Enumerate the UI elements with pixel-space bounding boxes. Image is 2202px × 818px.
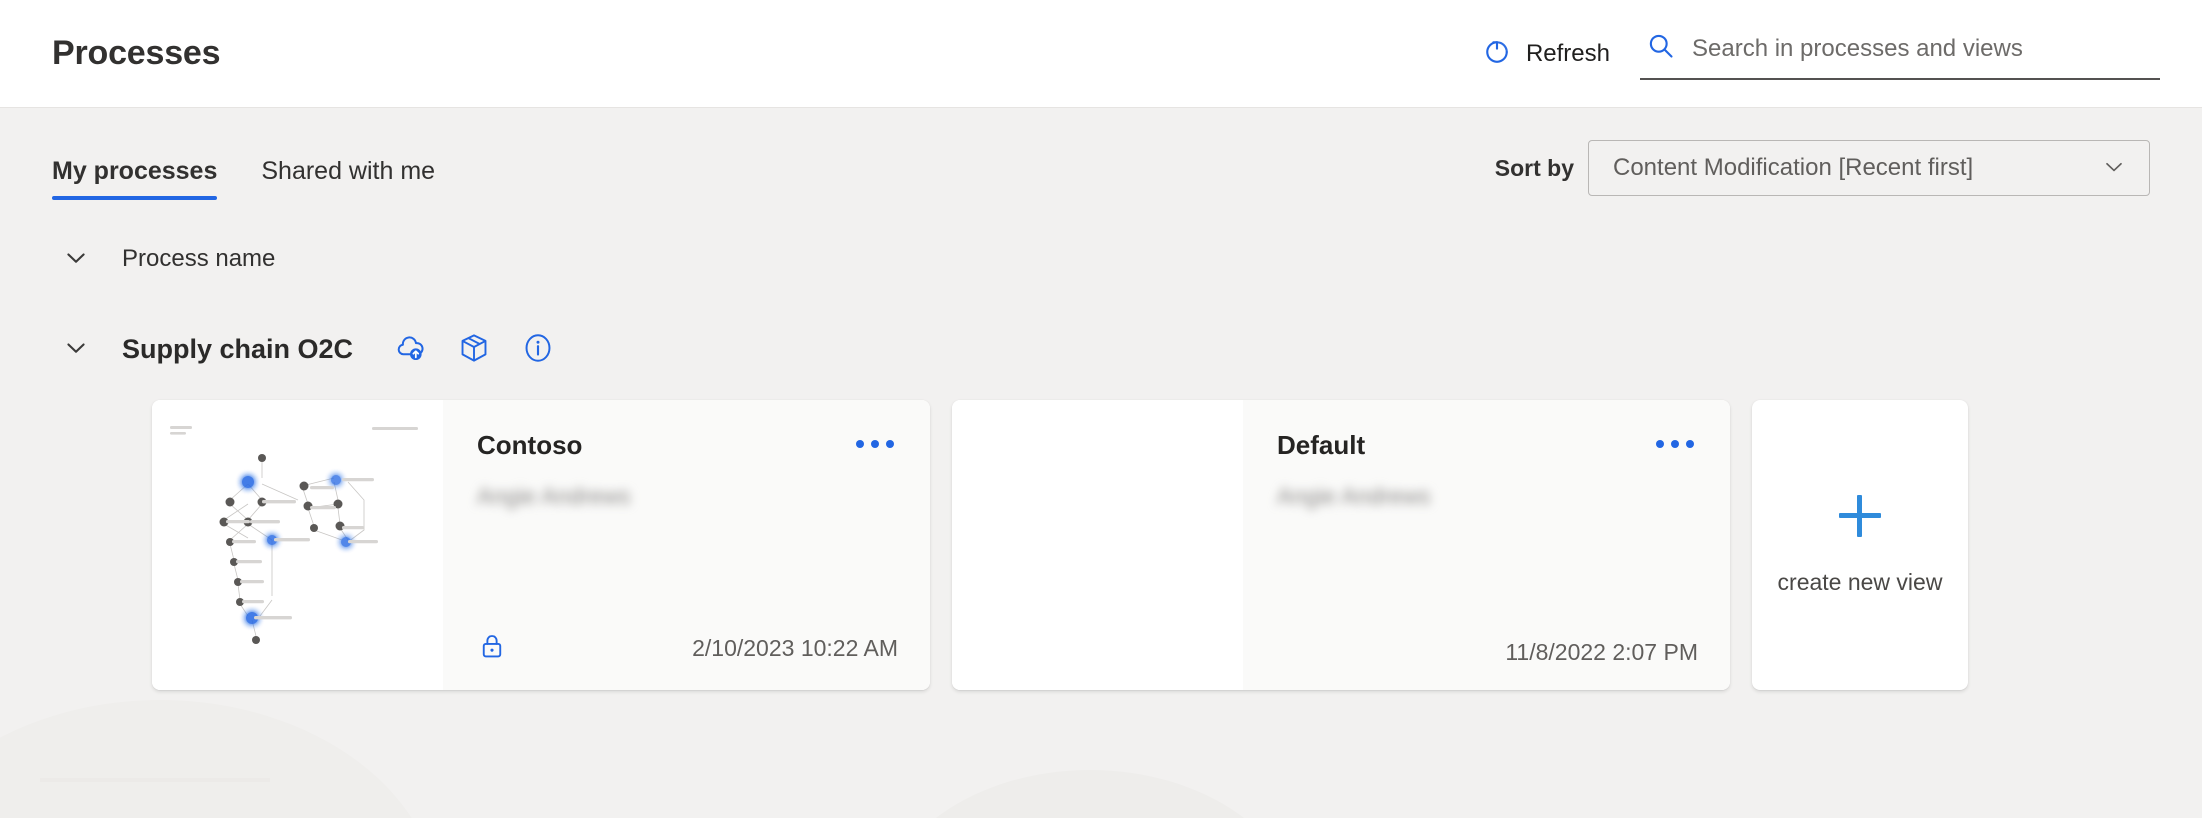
more-ellipsis-icon [871, 440, 879, 448]
collapse-all-toggle[interactable] [52, 235, 100, 283]
info-circle-icon [521, 331, 555, 368]
package-button[interactable] [455, 330, 493, 368]
tab-my-processes[interactable]: My processes [52, 157, 218, 200]
view-more-options-button-default[interactable] [1652, 430, 1698, 458]
view-card-contoso[interactable]: Contoso Angie Andrews 2/10/2023 10:22 AM [152, 400, 930, 690]
search-box[interactable] [1640, 27, 2160, 80]
sort-by-dropdown[interactable]: Content Modification [Recent first] [1588, 140, 2150, 196]
view-info-default: Default Angie Andrews 11/8/2022 2:07 PM [1243, 400, 1730, 690]
process-action-icons [391, 330, 557, 368]
create-new-view-card[interactable]: create new view [1752, 400, 1968, 690]
view-name: Contoso [477, 430, 583, 460]
process-collapse-toggle[interactable] [52, 325, 100, 373]
decorative-blob-center [880, 770, 1300, 818]
process-groups: Process name Supply chain O2C [0, 228, 2202, 380]
page-title: Processes [52, 34, 221, 72]
view-thumbnail-contoso [152, 400, 443, 690]
view-date: 2/10/2023 10:22 AM [692, 635, 898, 661]
chevron-down-icon [2101, 154, 2127, 183]
process-name: Supply chain O2C [122, 333, 354, 364]
header-actions: Refresh [1478, 27, 2178, 80]
cloud-upload-icon [393, 331, 427, 368]
process-row-supply-chain-o2c: Supply chain O2C [52, 318, 2202, 380]
view-author: Angie Andrews [477, 483, 631, 509]
tabs-and-sort-row: My processes Shared with me Sort by Cont… [0, 108, 2202, 200]
view-date: 11/8/2022 2:07 PM [1505, 639, 1698, 665]
view-info-top-default: Default [1277, 430, 1698, 461]
view-card-default[interactable]: Default Angie Andrews 11/8/2022 2:07 PM [952, 400, 1730, 690]
search-icon [1646, 31, 1676, 66]
view-card-list: Contoso Angie Andrews 2/10/2023 10:22 AM [0, 380, 2202, 690]
package-box-icon [457, 331, 491, 368]
sort-by-label: Sort by [1494, 154, 1574, 181]
view-info-top-contoso: Contoso [477, 430, 898, 461]
more-ellipsis-icon [886, 440, 894, 448]
view-footer-contoso: 2/10/2023 10:22 AM [477, 631, 898, 666]
process-name-header-row: Process name [52, 228, 2202, 290]
view-thumbnail-default [952, 400, 1243, 690]
process-map-thumbnail [170, 426, 418, 644]
refresh-icon [1482, 37, 1512, 70]
sort-by-value: Content Modification [Recent first] [1613, 154, 1974, 181]
process-name-column-header: Process name [122, 245, 276, 272]
chevron-down-icon [62, 334, 90, 365]
app-header: Processes Refresh [0, 0, 2202, 108]
cloud-upload-button[interactable] [391, 330, 429, 368]
lock-icon [477, 631, 507, 666]
decorative-blob-left [0, 700, 440, 818]
info-button[interactable] [519, 330, 557, 368]
chevron-down-icon [62, 244, 90, 275]
refresh-label: Refresh [1525, 39, 1610, 67]
refresh-button[interactable]: Refresh [1478, 31, 1614, 76]
tab-shared-with-me[interactable]: Shared with me [261, 157, 435, 200]
view-info-contoso: Contoso Angie Andrews 2/10/2023 10:22 AM [443, 400, 930, 690]
search-input[interactable] [1692, 34, 2160, 63]
view-more-options-button-contoso[interactable] [852, 430, 898, 458]
plus-icon [1839, 494, 1881, 537]
create-new-view-label: create new view [1777, 568, 1943, 595]
more-ellipsis-icon [1686, 440, 1694, 448]
more-ellipsis-icon [856, 440, 864, 448]
view-name: Default [1277, 430, 1366, 460]
more-ellipsis-icon [1656, 440, 1664, 448]
more-ellipsis-icon [1671, 440, 1679, 448]
view-footer-default: 11/8/2022 2:07 PM [1277, 639, 1698, 666]
sort-control: Sort by Content Modification [Recent fir… [1495, 140, 2178, 200]
view-author: Angie Andrews [1277, 483, 1431, 509]
decorative-line [40, 778, 270, 782]
tab-list: My processes Shared with me [52, 157, 435, 200]
